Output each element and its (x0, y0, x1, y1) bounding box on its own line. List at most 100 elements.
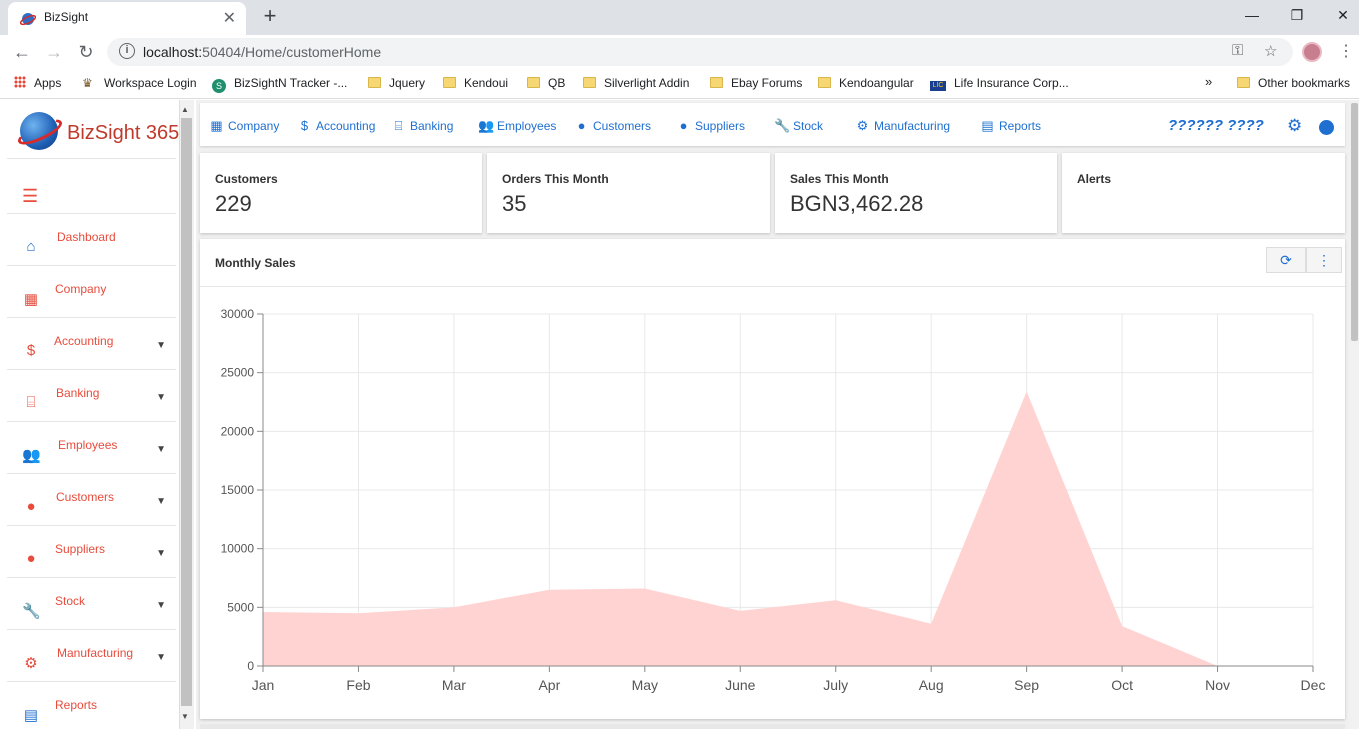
stat-card-label: Sales This Month (790, 172, 889, 186)
reload-icon[interactable]: ↻ (74, 40, 98, 64)
sidebar-item-label: Customers (56, 490, 115, 504)
sidebar-item-label: Stock (55, 594, 86, 608)
stat-card-sales-this-month: Sales This Month BGN3,462.28 (775, 153, 1057, 233)
y-tick-label: 30000 (221, 307, 255, 321)
topnav-manufacturing[interactable]: ⚙ Manufacturing (855, 118, 950, 134)
next-row-strip (200, 724, 1345, 729)
sidebar-item-label: Suppliers (55, 542, 106, 556)
browser-menu-icon[interactable]: ⋮ (1338, 41, 1354, 61)
sidebar-item-customers[interactable]: ● Customers ▼ (7, 473, 176, 525)
bookmark-bizsightn-tracker[interactable]: S BizSightN Tracker -... (212, 76, 347, 93)
account-circle-icon[interactable] (1319, 120, 1334, 135)
sidebar-item-manufacturing[interactable]: ⚙ Manufacturing ▼ (7, 629, 176, 681)
chevron-down-icon[interactable]: ▼ (156, 392, 166, 403)
bookmark-kendoui[interactable]: Kendoui (443, 76, 508, 90)
y-tick-label: 0 (247, 659, 254, 673)
back-icon[interactable]: ← (10, 40, 34, 64)
stat-card-value: BGN3,462.28 (790, 191, 924, 216)
user-name[interactable]: ?????? ???? (1168, 117, 1264, 134)
restore-icon[interactable]: ❐ (1283, 4, 1311, 28)
address-bar[interactable]: i localhost:50404/Home/customerHome ⚿ ☆ (107, 38, 1293, 66)
bookmark-other[interactable]: Other bookmarks (1237, 76, 1350, 90)
stat-card-orders-this-month: Orders This Month 35 (487, 153, 770, 233)
minimize-icon[interactable]: — (1238, 4, 1266, 28)
x-tick-label: Feb (346, 677, 370, 693)
sidebar-item-dashboard[interactable]: ⌂ Dashboard (7, 213, 176, 265)
hamburger-menu-icon[interactable]: ☰ (22, 186, 38, 207)
sidebar-item-employees[interactable]: 👥 Employees ▼ (7, 421, 176, 473)
topnav-reports[interactable]: ▤ Reports (980, 118, 1041, 134)
sidebar-item-reports[interactable]: ▤ Reports (7, 681, 176, 733)
topnav-label: Suppliers (695, 119, 746, 133)
bookmark-life-insurance[interactable]: LIC Life Insurance Corp... (930, 76, 1069, 91)
close-window-icon[interactable]: ✕ (1329, 4, 1357, 28)
x-tick-label: Nov (1205, 677, 1230, 693)
cogs-icon: ⚙ (24, 655, 38, 672)
close-tab-icon[interactable]: ✕ (223, 8, 236, 28)
chart-icon: ▤ (23, 707, 39, 724)
forward-icon[interactable]: → (42, 40, 66, 64)
sidebar-item-stock[interactable]: 🔧 Stock ▼ (7, 577, 176, 629)
sidebar-item-label: Accounting (54, 334, 114, 348)
sidebar-item-suppliers[interactable]: ● Suppliers ▼ (7, 525, 176, 577)
topnav-banking[interactable]: ⌸ Banking (391, 118, 454, 134)
sidebar-item-banking[interactable]: ⌸ Banking ▼ (7, 369, 176, 421)
stat-card-alerts: Alerts (1062, 153, 1345, 233)
profile-avatar[interactable] (1302, 42, 1322, 62)
password-key-icon[interactable]: ⚿ (1232, 42, 1243, 59)
x-tick-label: July (823, 677, 848, 693)
chevron-down-icon[interactable]: ▼ (156, 600, 166, 611)
bookmark-ebay-forums[interactable]: Ebay Forums (710, 76, 802, 90)
bookmark-jquery[interactable]: Jquery (368, 76, 425, 90)
apps-grid-icon (14, 76, 26, 88)
stat-card-value: 229 (215, 191, 252, 216)
chevron-down-icon[interactable]: ▼ (156, 548, 166, 559)
bookmark-kendoangular[interactable]: Kendoangular (818, 76, 914, 90)
sidebar-item-label: Banking (56, 386, 100, 400)
building-icon: ▦ (23, 291, 39, 308)
chart-icon: ▤ (981, 118, 994, 133)
lic-icon: LIC (930, 81, 946, 91)
panel-title: Monthly Sales (215, 256, 296, 270)
bookmark-silverlight-addin[interactable]: Silverlight Addin (583, 76, 689, 90)
folder-icon (818, 77, 831, 88)
bookmark-qb[interactable]: QB (527, 76, 565, 90)
bookmark-apps[interactable]: Apps (14, 76, 61, 90)
folder-icon (583, 77, 596, 88)
x-tick-label: Sep (1014, 677, 1039, 693)
x-tick-label: Jan (252, 677, 275, 693)
site-info-icon[interactable]: i (119, 43, 135, 59)
refresh-icon[interactable]: ⟳ (1266, 247, 1306, 273)
chevron-down-icon[interactable]: ▼ (156, 444, 166, 455)
chevron-down-icon[interactable]: ▼ (156, 340, 166, 351)
topnav-company[interactable]: ▦ Company (209, 118, 279, 134)
topnav-customers[interactable]: ● Customers (574, 118, 651, 133)
sidebar-item-accounting[interactable]: $ Accounting ▼ (7, 317, 176, 369)
sidebar-scroll-thumb[interactable] (181, 118, 192, 706)
bookmark-star-icon[interactable]: ☆ (1264, 42, 1277, 60)
topnav-stock[interactable]: 🔧 Stock (774, 118, 823, 134)
sidebar: BizSight 365 ☰ ⌂ Dashboard ▦ Company $ Accoun… (0, 100, 196, 729)
page-scroll-thumb[interactable] (1351, 103, 1358, 341)
scroll-up-arrow-icon[interactable]: ▲ (181, 105, 189, 114)
topnav-label: Customers (593, 119, 652, 133)
stat-card-label: Orders This Month (502, 172, 609, 186)
x-tick-label: Oct (1111, 677, 1133, 693)
more-options-icon[interactable]: ⋮ (1306, 247, 1342, 273)
bookmarks-overflow-icon[interactable]: » (1205, 74, 1212, 89)
topnav-suppliers[interactable]: ● Suppliers (676, 118, 745, 133)
sidebar-item-company[interactable]: ▦ Company (7, 265, 176, 317)
browser-tab[interactable]: BizSight ✕ (8, 2, 246, 35)
sidebar-item-label: Reports (55, 698, 98, 712)
chevron-down-icon[interactable]: ▼ (156, 496, 166, 507)
stat-card-label: Customers (215, 172, 278, 186)
sidebar-item-label: Employees (58, 438, 118, 452)
building-icon: ▦ (210, 118, 223, 133)
topnav-accounting[interactable]: $ Accounting (297, 118, 376, 133)
new-tab-icon[interactable]: + (258, 3, 282, 29)
bookmark-workspace-login[interactable]: ♛ Workspace Login (82, 76, 197, 90)
chevron-down-icon[interactable]: ▼ (156, 652, 166, 663)
settings-gear-icon[interactable]: ⚙ (1287, 116, 1302, 136)
topnav-employees[interactable]: 👥 Employees (478, 118, 556, 134)
scroll-down-arrow-icon[interactable]: ▼ (181, 712, 189, 721)
